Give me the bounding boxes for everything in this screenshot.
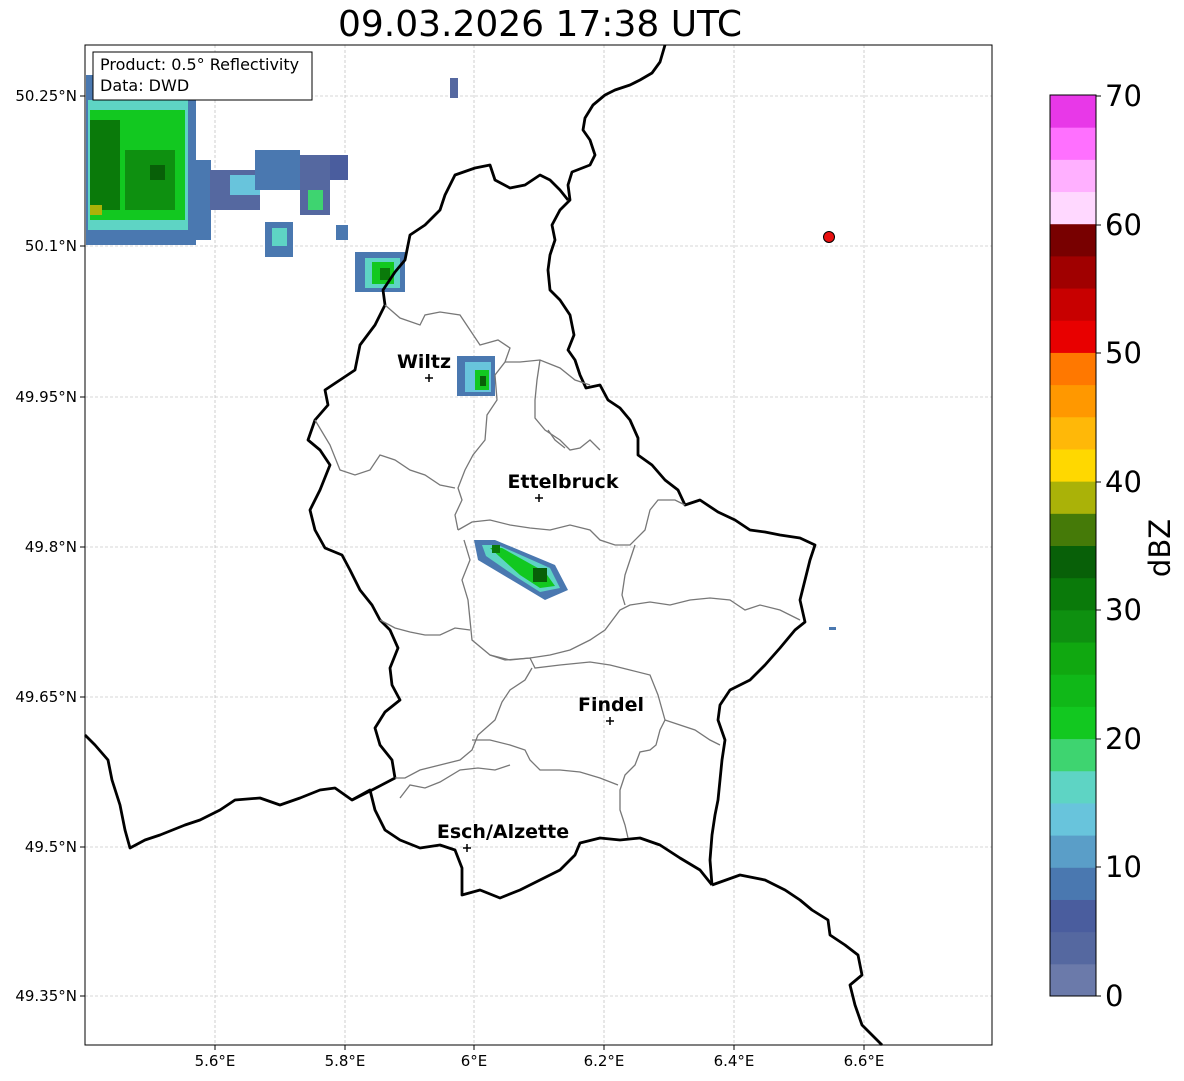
colorbar-tick-label: 10 [1105, 850, 1142, 884]
colorbar-segment [1050, 609, 1096, 643]
colorbar-segment [1050, 127, 1096, 160]
colorbar-tick-label: 40 [1105, 465, 1142, 499]
colorbar-segment [1050, 288, 1096, 321]
colorbar-segment [1050, 738, 1096, 772]
colorbar-segment [1050, 352, 1096, 386]
colorbar-segment [1050, 223, 1096, 257]
colorbar-segment [1050, 545, 1096, 579]
colorbar-segment [1050, 770, 1096, 804]
radar-site-marker [823, 231, 835, 243]
lat-tick-label: 50.25°N [15, 87, 77, 105]
lat-tick-label: 49.65°N [15, 688, 77, 706]
lat-tick-label: 49.5°N [25, 838, 77, 856]
colorbar-segment [1050, 384, 1096, 418]
colorbar-segment [1050, 320, 1096, 353]
colorbar-segment [1050, 642, 1096, 675]
colorbar-tick-label: 60 [1105, 208, 1142, 242]
colorbar-segment [1050, 963, 1096, 997]
city-label: Esch/Alzette [437, 821, 569, 843]
lat-tick-labels: 50.25°N 50.1°N 49.95°N 49.8°N 49.65°N 49… [15, 87, 77, 1005]
colorbar-segment [1050, 867, 1096, 900]
colorbar-segment [1050, 513, 1096, 546]
city-label: Wiltz [397, 351, 451, 373]
colorbar-tick-label: 20 [1105, 722, 1142, 756]
info-box: Product: 0.5° Reflectivity Data: DWD [92, 51, 313, 101]
lon-tick-label: 5.6°E [195, 1052, 236, 1070]
info-data-source: Data: DWD [100, 76, 189, 95]
colorbar-tick-label: 30 [1105, 593, 1142, 627]
colorbar-segment [1050, 577, 1096, 611]
lon-tick-label: 6.2°E [584, 1052, 625, 1070]
colorbar-segment [1050, 255, 1096, 289]
colorbar-segment [1050, 481, 1096, 514]
colorbar-ticks [1096, 95, 1101, 997]
colorbar-segment [1050, 802, 1096, 836]
lon-tick-label: 6.6°E [844, 1052, 885, 1070]
colorbar-segment [1050, 835, 1096, 868]
colorbar-segment [1050, 191, 1096, 225]
lon-tick-labels: 5.6°E 5.8°E 6°E 6.2°E 6.4°E 6.6°E [195, 1052, 885, 1070]
info-product: Product: 0.5° Reflectivity [100, 55, 299, 74]
colorbar-segment [1050, 416, 1096, 450]
colorbar-segment [1050, 159, 1096, 193]
lat-tick-label: 49.95°N [15, 388, 77, 406]
colorbar-tick-label: 70 [1105, 79, 1142, 113]
colorbar-segment [1050, 931, 1096, 965]
radar-map: 5.6°E 5.8°E 6°E 6.2°E 6.4°E 6.6°E 50.25°… [15, 44, 1177, 1070]
lat-tick-label: 50.1°N [25, 237, 77, 255]
colorbar: 70 60 50 40 30 20 10 0 dBZ [1049, 79, 1177, 1013]
colorbar-segment [1050, 899, 1096, 933]
lat-tick-label: 49.35°N [15, 987, 77, 1005]
city-label: Findel [578, 694, 644, 716]
colorbar-label: dBZ [1143, 519, 1177, 577]
lon-tick-label: 6°E [461, 1052, 488, 1070]
colorbar-segment [1050, 95, 1096, 128]
city-label: Ettelbruck [508, 471, 619, 493]
lon-tick-label: 6.4°E [714, 1052, 755, 1070]
colorbar-segments [1050, 95, 1096, 997]
colorbar-segment [1050, 706, 1096, 740]
colorbar-segment [1050, 448, 1096, 482]
lat-tick-label: 49.8°N [25, 538, 77, 556]
colorbar-segment [1050, 674, 1096, 707]
colorbar-tick-label: 0 [1105, 979, 1123, 1013]
lon-tick-label: 5.8°E [325, 1052, 366, 1070]
colorbar-tick-label: 50 [1105, 336, 1142, 370]
